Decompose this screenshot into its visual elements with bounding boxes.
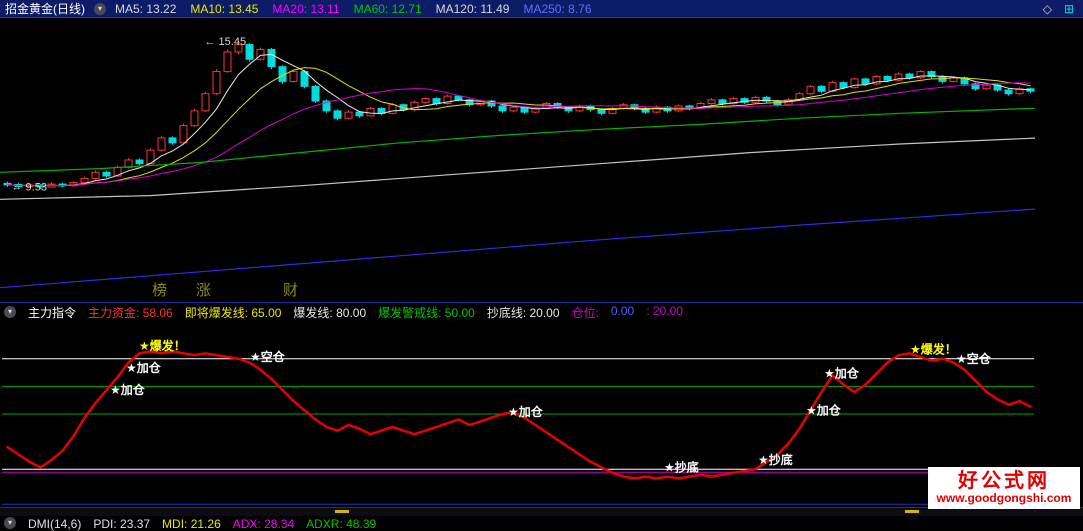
site-name: 好公式网 — [958, 470, 1050, 493]
chevron-down-icon[interactable]: ▾ — [4, 306, 16, 318]
ma-values: MA5: 13.22 MA10: 13.45 MA20: 13.11 MA60: 12… — [115, 2, 592, 16]
ma-value-label: MA10: 13.45 — [190, 1, 259, 16]
ma-value-label: MA60: 12.71 — [353, 1, 422, 16]
signal-label: ★爆发！ — [139, 338, 186, 353]
dmi-value-label: PDI: 23.37 — [93, 517, 151, 531]
top-header-bar: 招金黄金(日线) ▾ MA5: 13.22 MA10: 13.45 MA20: 13… — [0, 0, 1083, 18]
signal-label: ★加仓 — [508, 404, 544, 419]
stock-title: 招金黄金(日线) — [5, 2, 85, 16]
ma-value-label: MA20: 13.11 — [272, 1, 340, 16]
watermark-character: 财 — [283, 282, 299, 299]
dmi-status-bar: ▾ DMI(14,6) PDI: 23.37 MDI: 21.26 ADX: 28.3… — [0, 517, 1083, 531]
candles — [3, 40, 1035, 189]
diamond-icon[interactable]: ◇ — [1043, 2, 1052, 16]
signal-label: ★抄底 — [758, 452, 793, 467]
signal-label: ★加仓 — [110, 382, 146, 397]
signal-label: ★加仓 — [824, 366, 860, 381]
ma-value-label: MA120: 11.49 — [435, 1, 510, 16]
scrollbar-signal-mark — [905, 510, 919, 513]
indicator-parameter: 爆发线: 80.00 — [293, 305, 367, 320]
ma-value-label: MA250: 8.76 — [523, 1, 592, 16]
app-window: { "header": { "title": "招金黄金(日线)", "ma_v… — [0, 0, 1083, 531]
indicator-parameter: : 20.00 — [646, 303, 683, 318]
price-annotation: ← 9.53 — [12, 181, 47, 193]
indicator-parameter: 0.00 — [610, 303, 635, 318]
signal-label: ★加仓 — [126, 360, 162, 375]
watermark-character: 涨 — [196, 282, 212, 299]
signal-label: ★爆发！ — [910, 342, 957, 357]
signal-label: ★空仓 — [956, 351, 992, 366]
chevron-down-icon[interactable]: ▾ — [94, 2, 106, 15]
ma-line-MA60 — [0, 107, 1036, 173]
ma-line-MA10 — [7, 67, 1031, 187]
grid-icon[interactable]: ⊞ — [1064, 2, 1074, 16]
candlestick-and-indicator-chart[interactable]: ← 15.45 ← 9.53 ★爆发！ ★加仓 ★加仓 ★空仓 ★加仓 ★抄底 ★抄底 ★加仓 ★加… — [0, 0, 1083, 527]
ma-value-label: MA5: 13.22 — [115, 1, 177, 16]
indicator-parameter: 主力资金: 58.06 — [88, 305, 173, 320]
scrollbar-signal-mark — [335, 510, 349, 513]
signal-label: ★空仓 — [250, 349, 286, 364]
dmi-value-label: DMI(14,6) — [28, 517, 82, 531]
dmi-value-label: MDI: 21.26 — [162, 517, 221, 531]
watermark-character: 榜 — [152, 282, 168, 299]
dmi-value-label: ADXR: 48.39 — [306, 517, 377, 531]
ma-line-MA5 — [7, 53, 1031, 187]
ma-line-MA250 — [0, 208, 1036, 289]
indicator-header: ▾ 主力指令 主力资金: 58.06 即将爆发线: 65.00 爆发线: 80.00… — [0, 303, 1083, 321]
indicator-parameter: 仓位: — [571, 305, 599, 320]
indicator-parameter: 抄底线: 20.00 — [486, 305, 560, 320]
signal-label: ★加仓 — [806, 402, 842, 417]
site-watermark: 好公式网 www.goodgongshi.com — [928, 467, 1080, 509]
indicator-parameters: 主力资金: 58.06 即将爆发线: 65.00 爆发线: 80.00 爆发警戒线: … — [88, 304, 683, 321]
signal-label: ★抄底 — [664, 459, 699, 474]
price-annotation: ← 15.45 — [205, 36, 247, 48]
topbar-icons: ◇ ⊞ — [1043, 2, 1078, 16]
indicator-parameter: 爆发警戒线: 50.00 — [378, 305, 475, 320]
horizontal-scrollbar[interactable] — [0, 508, 1083, 516]
dmi-value-label: ADX: 28.34 — [232, 517, 295, 531]
indicator-title: 主力指令 — [28, 305, 77, 320]
dmi-values: DMI(14,6) PDI: 23.37 MDI: 21.26 ADX: 28.34 A… — [28, 517, 376, 531]
site-url: www.goodgongshi.com — [936, 491, 1072, 506]
chevron-down-icon[interactable]: ▾ — [4, 517, 16, 529]
indicator-parameter: 即将爆发线: 65.00 — [184, 305, 282, 320]
ma-line-MA120 — [0, 137, 1036, 200]
